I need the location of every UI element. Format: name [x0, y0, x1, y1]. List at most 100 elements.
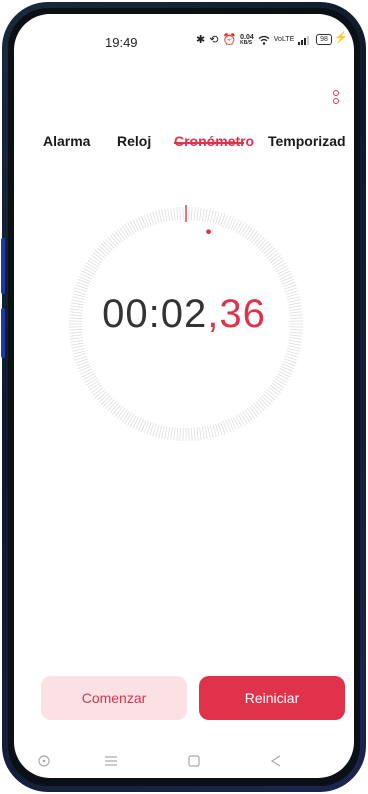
dot: [333, 90, 339, 96]
dial-tick: [246, 229, 256, 241]
dial-tick: [248, 406, 258, 418]
dial-tick: [266, 250, 278, 259]
elapsed-fraction: ,36: [207, 292, 266, 336]
dial-tick: [135, 417, 142, 430]
dial-tick: [114, 406, 124, 418]
dial-tick: [196, 427, 199, 441]
dial-tick: [193, 427, 196, 441]
dial-tick: [264, 391, 276, 401]
dial-tick: [207, 425, 211, 439]
dial-tick: [72, 347, 85, 352]
tab-reloj[interactable]: Reloj: [117, 133, 151, 149]
dial-tick: [94, 389, 106, 398]
dial-tick: [80, 368, 93, 375]
tab-cronometro[interactable]: Cronómetro: [174, 133, 254, 149]
dial-tick: [287, 347, 300, 352]
dial-tick: [84, 265, 97, 273]
dial-tick: [204, 426, 208, 440]
dial-tick: [209, 425, 214, 438]
wifi-icon: [258, 35, 270, 45]
dial-tick: [94, 250, 106, 259]
back-icon[interactable]: [270, 755, 282, 767]
dial-tick: [71, 345, 85, 349]
dial-tick: [235, 220, 243, 233]
dial-tick: [116, 229, 126, 241]
battery-level: 98: [320, 36, 328, 43]
dial-tick: [119, 409, 128, 421]
elapsed-time: 00:02: [102, 292, 208, 336]
dial-tick: [107, 236, 117, 247]
dial-tick: [278, 370, 291, 378]
dial-tick: [227, 418, 234, 432]
dial-tick: [246, 407, 256, 419]
home-icon[interactable]: [188, 755, 200, 767]
dial-tick: [89, 257, 101, 266]
screenshot-icon[interactable]: [38, 755, 50, 767]
reset-button[interactable]: Reiniciar: [199, 676, 345, 720]
dial-tick: [179, 427, 181, 441]
dial-tick: [248, 230, 258, 242]
dial-tick: [109, 402, 119, 414]
dial-tick: [287, 345, 301, 349]
dial-tick: [274, 262, 286, 271]
dial-tick: [167, 208, 171, 222]
dial-tick: [124, 224, 133, 236]
dial-tick: [255, 401, 265, 412]
dial-tick: [78, 276, 92, 283]
dial-tick: [127, 222, 135, 235]
dial-tick: [271, 382, 283, 391]
tab-temporizador[interactable]: Temporizad: [268, 133, 346, 149]
dial-tick: [164, 208, 168, 222]
dial-tick: [176, 427, 179, 441]
tab-alarma[interactable]: Alarma: [43, 133, 90, 149]
dial-tick: [87, 380, 99, 389]
dial-tick: [274, 377, 286, 386]
dial-tick: [86, 262, 98, 271]
dial-tick: [176, 207, 179, 221]
dial-tick: [201, 208, 205, 222]
dial-tick: [82, 373, 95, 381]
dial-tick: [109, 234, 119, 246]
stopwatch-readout: 00:02,36: [14, 292, 354, 337]
dial-tick: [288, 339, 302, 343]
dial-tick: [100, 395, 111, 405]
dial-tick: [227, 216, 234, 230]
dial-tick: [204, 208, 208, 222]
dial-tick: [86, 377, 98, 386]
dial-tick: [255, 236, 265, 247]
navigation-bar: [14, 750, 354, 776]
dial-tick: [170, 207, 173, 221]
dial-tick: [191, 207, 193, 221]
dial-tick: [212, 210, 217, 224]
charging-icon: ⚡: [334, 32, 348, 44]
speed-unit: KB/S: [240, 39, 253, 46]
more-options-icon[interactable]: [333, 90, 341, 116]
dial-tick: [102, 397, 113, 408]
dial-tick: [261, 243, 272, 253]
dial-tick: [89, 382, 101, 391]
dial-tick: [278, 270, 291, 278]
dial-tick: [199, 207, 202, 221]
dial-tick: [124, 412, 133, 424]
menu-icon[interactable]: [104, 755, 118, 767]
dial-tick: [230, 218, 237, 231]
dial-tick: [237, 413, 245, 426]
dial-tick: [286, 350, 300, 355]
dial-tick: [253, 234, 263, 246]
dial-tick: [230, 417, 237, 430]
dial-tick: [212, 424, 217, 438]
dial-tick: [78, 365, 92, 372]
bluetooth-icon: ✱: [196, 34, 206, 46]
dial-tick: [253, 402, 263, 414]
start-button[interactable]: Comenzar: [41, 676, 187, 720]
dot: [333, 98, 339, 104]
dial-tick: [257, 238, 267, 249]
dial-tick: [235, 415, 243, 428]
dial-tick: [269, 384, 281, 394]
dial-tick: [82, 267, 95, 275]
dial-tick: [173, 207, 176, 221]
dial-tick: [239, 224, 248, 236]
active-tab-indicator: [174, 142, 244, 144]
dial-tick: [80, 273, 93, 280]
dial-tick: [279, 368, 292, 375]
